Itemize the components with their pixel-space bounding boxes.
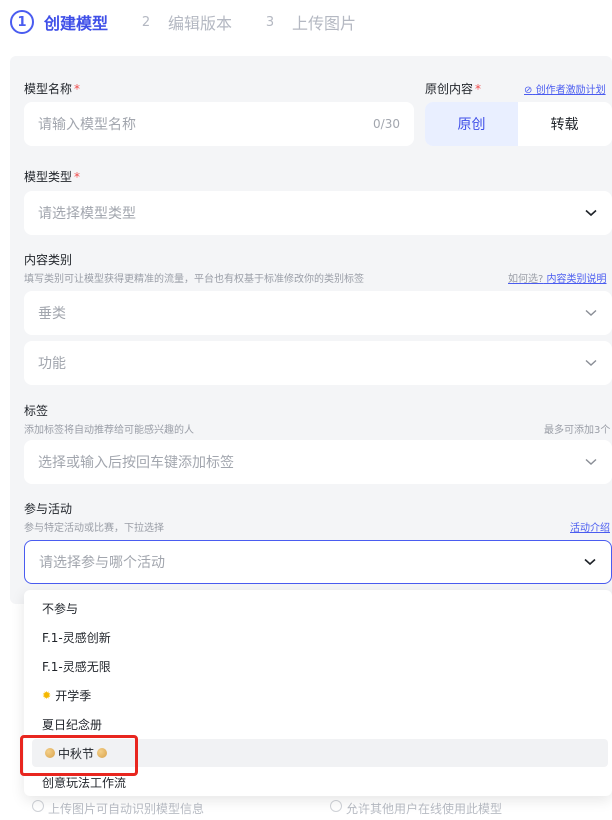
label-text: 原创内容 bbox=[425, 82, 474, 96]
model-name-placeholder: 请输入模型名称 bbox=[38, 117, 136, 133]
activity-hint: 参与特定活动或比赛，下拉选择 bbox=[24, 523, 164, 534]
annotation-highlight-box bbox=[20, 735, 138, 776]
step-create-model[interactable]: 1 创建模型 bbox=[10, 10, 108, 34]
repost-option[interactable]: 转载 bbox=[518, 102, 611, 146]
original-option[interactable]: 原创 bbox=[425, 102, 518, 146]
option-label: F.1-灵感无限 bbox=[42, 659, 111, 674]
activity-label: 参与活动 bbox=[24, 502, 73, 516]
step-label: 编辑版本 bbox=[168, 14, 233, 33]
auto-recognize-text: 上传图片可自动识别模型信息 bbox=[48, 802, 205, 816]
activity-placeholder: 请选择参与哪个活动 bbox=[39, 555, 165, 571]
activity-select[interactable]: 请选择参与哪个活动 bbox=[24, 540, 612, 584]
tags-limit: 最多可添加3个 bbox=[544, 425, 611, 436]
function-category-select[interactable]: 功能 bbox=[24, 341, 612, 385]
content-category-help: 如何选? 内容类别说明 bbox=[508, 270, 607, 285]
option-label: 开学季 bbox=[55, 688, 92, 703]
tags-label: 标签 bbox=[24, 404, 49, 418]
label-text: 模型名称 bbox=[24, 82, 73, 96]
label-text: 模型类型 bbox=[24, 170, 73, 184]
original-content-label: 原创内容 * bbox=[425, 80, 481, 97]
stepper: 1 创建模型 2 编辑版本 3 上传图片 bbox=[0, 0, 612, 44]
step-label: 上传图片 bbox=[292, 14, 357, 33]
tags-placeholder: 选择或输入后按回车键添加标签 bbox=[38, 455, 234, 471]
step-number: 2 bbox=[141, 14, 151, 30]
model-name-label: 模型名称 * bbox=[24, 80, 80, 97]
model-type-select[interactable]: 请选择模型类型 bbox=[24, 191, 612, 235]
tags-input[interactable]: 选择或输入后按回车键添加标签 bbox=[24, 440, 612, 484]
tags-hint: 添加标签将自动推荐给可能感兴趣的人 bbox=[24, 425, 194, 436]
content-category-label: 内容类别 bbox=[24, 253, 73, 267]
sun-icon: ✹ bbox=[42, 688, 52, 702]
option-label: 不参与 bbox=[42, 601, 79, 616]
how-to-choose-text: 如何选? bbox=[508, 274, 544, 285]
char-counter: 0/30 bbox=[373, 117, 400, 131]
option-label: 创意玩法工作流 bbox=[42, 775, 127, 790]
chevron-down-icon bbox=[583, 555, 597, 569]
content-category-hint: 填写类别可让模型获得更精准的流量，平台也有权基于标准修改你的类别标签 bbox=[24, 274, 364, 285]
chevron-down-icon bbox=[584, 206, 598, 220]
model-type-label: 模型类型 * bbox=[24, 168, 80, 185]
dropdown-option[interactable]: 夏日纪念册 bbox=[32, 710, 608, 738]
chevron-down-icon bbox=[584, 356, 598, 370]
dropdown-option[interactable]: F.1-灵感创新 bbox=[32, 623, 608, 651]
activity-intro-link[interactable]: 活动介绍 bbox=[570, 519, 610, 534]
checkbox-icon[interactable] bbox=[32, 800, 44, 812]
dropdown-option[interactable]: ✹ 开学季 bbox=[32, 681, 608, 709]
step-edit-version[interactable]: 2 编辑版本 bbox=[134, 10, 232, 34]
chevron-down-icon bbox=[584, 455, 598, 469]
required-mark: * bbox=[475, 82, 482, 96]
allow-online-text: 允许其他用户在线使用此模型 bbox=[346, 802, 503, 816]
vertical-placeholder: 垂类 bbox=[38, 306, 66, 322]
step-label: 创建模型 bbox=[44, 14, 109, 33]
dropdown-option[interactable]: 不参与 bbox=[32, 594, 608, 622]
chevron-down-icon bbox=[584, 306, 598, 320]
checkbox-icon[interactable] bbox=[330, 800, 342, 812]
creator-incentive-link[interactable]: ⊘ 创作者激励计划 bbox=[524, 81, 606, 96]
dropdown-option[interactable]: F.1-灵感无限 bbox=[32, 652, 608, 680]
model-name-input[interactable]: 请输入模型名称 0/30 bbox=[24, 102, 414, 146]
required-mark: * bbox=[74, 82, 81, 96]
content-category-info-link[interactable]: 内容类别说明 bbox=[547, 274, 607, 285]
option-label: F.1-灵感创新 bbox=[42, 630, 111, 645]
required-mark: * bbox=[74, 170, 81, 184]
model-type-placeholder: 请选择模型类型 bbox=[38, 206, 136, 222]
step-upload-images[interactable]: 3 上传图片 bbox=[258, 10, 356, 34]
link-icon: ⊘ bbox=[524, 85, 533, 96]
function-placeholder: 功能 bbox=[38, 356, 66, 372]
option-label: 夏日纪念册 bbox=[42, 717, 103, 732]
vertical-category-select[interactable]: 垂类 bbox=[24, 291, 612, 335]
link-text: 创作者激励计划 bbox=[535, 85, 606, 96]
original-toggle: 原创 转载 bbox=[425, 102, 612, 146]
step-number: 3 bbox=[265, 14, 275, 30]
step-number: 1 bbox=[10, 10, 34, 34]
